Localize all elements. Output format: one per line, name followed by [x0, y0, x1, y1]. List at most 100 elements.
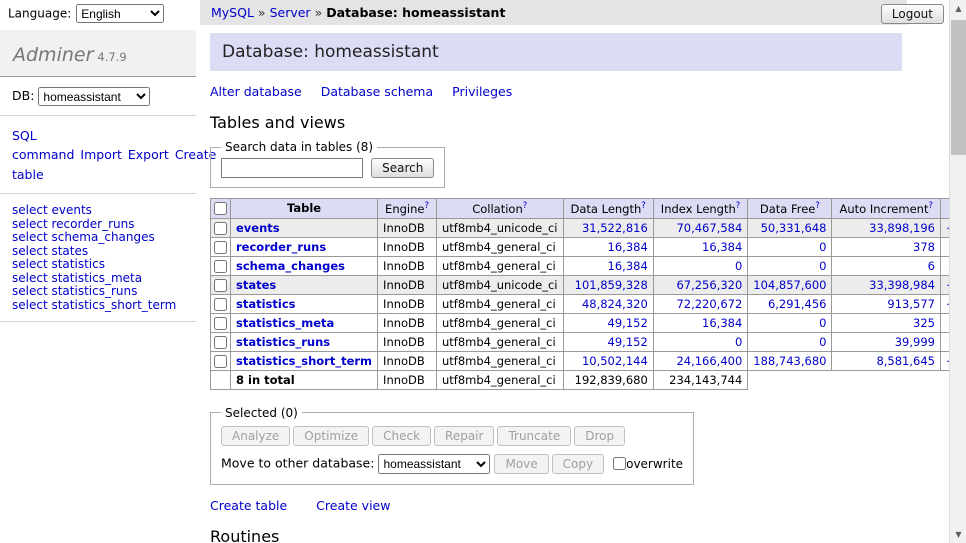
- data-length-cell: 16,384: [563, 237, 653, 256]
- optimize-button[interactable]: Optimize: [293, 426, 369, 446]
- db-select[interactable]: homeassistant: [38, 87, 150, 106]
- table-name-cell: states: [231, 275, 378, 294]
- row-checkbox-events[interactable]: [214, 222, 227, 235]
- overwrite-checkbox[interactable]: [613, 457, 626, 470]
- table-name-cell: events: [231, 218, 378, 237]
- row-checkbox-statistics-meta[interactable]: [214, 317, 227, 330]
- sidebar-table-link-select-recorder-runs[interactable]: select recorder_runs: [12, 218, 184, 232]
- table-row-events: eventsInnoDButf8mb4_unicode_ci31,522,816…: [211, 218, 950, 237]
- table-name-cell: statistics_runs: [231, 332, 378, 351]
- sidebar-link-export[interactable]: Export: [128, 147, 169, 162]
- totals-label: 8 in total: [231, 370, 378, 389]
- sidebar-table-link-select-statistics-runs[interactable]: select statistics_runs: [12, 285, 184, 299]
- data-free-cell: 0: [748, 313, 832, 332]
- table-link-statistics-short-term[interactable]: statistics_short_term: [236, 354, 372, 368]
- engine-cell: InnoDB: [378, 275, 437, 294]
- row-checkbox-states[interactable]: [214, 279, 227, 292]
- db-link-alter-database[interactable]: Alter database: [210, 84, 302, 99]
- logout-button[interactable]: Logout: [881, 4, 944, 24]
- vertical-scrollbar[interactable]: ▲ ▼: [949, 0, 966, 543]
- table-link-schema-changes[interactable]: schema_changes: [236, 259, 345, 273]
- doc-help-icon[interactable]: ?: [523, 201, 528, 211]
- app-name: Adminer: [13, 44, 93, 66]
- scrollbar-thumb[interactable]: [951, 20, 966, 155]
- engine-cell: InnoDB: [378, 332, 437, 351]
- row-checkbox-recorder-runs[interactable]: [214, 241, 227, 254]
- search-input[interactable]: [221, 158, 363, 178]
- sidebar-table-link-select-statistics-meta[interactable]: select statistics_meta: [12, 272, 184, 286]
- move-row: Move to other database:homeassistantMove…: [221, 454, 683, 474]
- totals-row: 8 in total InnoDB utf8mb4_general_ci 192…: [211, 370, 950, 389]
- doc-help-icon[interactable]: ?: [736, 201, 741, 211]
- col-header-engine: Engine?: [378, 199, 437, 219]
- table-link-statistics[interactable]: statistics: [236, 297, 296, 311]
- row-checkbox-statistics[interactable]: [214, 298, 227, 311]
- col-header-index-length: Index Length?: [653, 199, 748, 219]
- table-link-events[interactable]: events: [236, 221, 280, 235]
- collation-cell: utf8mb4_general_ci: [436, 351, 563, 370]
- scroll-down-icon[interactable]: ▼: [950, 526, 966, 543]
- table-row-statistics: statisticsInnoDButf8mb4_general_ci48,824…: [211, 294, 950, 313]
- engine-cell: InnoDB: [378, 256, 437, 275]
- table-link-statistics-runs[interactable]: statistics_runs: [236, 335, 330, 349]
- analyze-button[interactable]: Analyze: [221, 426, 290, 446]
- copy-button[interactable]: Copy: [552, 454, 604, 474]
- move-db-select[interactable]: homeassistant: [378, 454, 490, 474]
- totals-engine: InnoDB: [378, 370, 437, 389]
- doc-help-icon[interactable]: ?: [928, 201, 933, 211]
- doc-help-icon[interactable]: ?: [815, 201, 820, 211]
- select-all-checkbox[interactable]: [214, 202, 227, 215]
- rows-cell: ~ 244: [940, 313, 949, 332]
- data-length-cell: 49,152: [563, 313, 653, 332]
- checkbox-cell: [211, 294, 231, 313]
- table-row-schema-changes: schema_changesInnoDButf8mb4_general_ci16…: [211, 256, 950, 275]
- rows-cell: ~ 299,833: [940, 275, 949, 294]
- doc-help-icon[interactable]: ?: [424, 201, 429, 211]
- drop-button[interactable]: Drop: [574, 426, 625, 446]
- link-create-table[interactable]: Create table: [210, 498, 287, 513]
- row-checkbox-schema-changes[interactable]: [214, 260, 227, 273]
- check-button[interactable]: Check: [372, 426, 431, 446]
- link-create-view[interactable]: Create view: [316, 498, 390, 513]
- table-link-recorder-runs[interactable]: recorder_runs: [236, 240, 326, 254]
- section-tables-and-views: Tables and views: [210, 113, 949, 132]
- sidebar-table-link-select-statistics[interactable]: select statistics: [12, 258, 184, 272]
- sidebar-link-sql-command[interactable]: SQL command: [12, 128, 74, 162]
- repair-button[interactable]: Repair: [434, 426, 494, 446]
- breadcrumb-current: Database: homeassistant: [326, 5, 505, 20]
- search-button[interactable]: Search: [371, 158, 434, 178]
- engine-cell: InnoDB: [378, 351, 437, 370]
- auto-increment-cell: 325: [832, 313, 941, 332]
- tables-overview: TableEngine?Collation?Data Length?Index …: [210, 198, 949, 390]
- table-link-statistics-meta[interactable]: statistics_meta: [236, 316, 334, 330]
- col-header-auto-increment: Auto Increment?: [832, 199, 941, 219]
- index-length-cell: 0: [653, 332, 748, 351]
- sidebar-table-link-select-statistics-short-term[interactable]: select statistics_short_term: [12, 299, 184, 313]
- index-length-cell: 0: [653, 256, 748, 275]
- collation-cell: utf8mb4_general_ci: [436, 332, 563, 351]
- sidebar-table-link-select-events[interactable]: select events: [12, 204, 184, 218]
- sidebar-table-link-select-schema-changes[interactable]: select schema_changes: [12, 231, 184, 245]
- data-length-cell: 31,522,816: [563, 218, 653, 237]
- truncate-button[interactable]: Truncate: [497, 426, 571, 446]
- row-checkbox-statistics-runs[interactable]: [214, 336, 227, 349]
- language-select[interactable]: English: [76, 4, 164, 23]
- scroll-up-icon[interactable]: ▲: [950, 0, 966, 17]
- breadcrumb-link-mysql[interactable]: MySQL: [211, 5, 254, 20]
- sidebar-table-link-select-states[interactable]: select states: [12, 245, 184, 259]
- page-title: Database: homeassistant: [210, 33, 902, 71]
- row-checkbox-statistics-short-term[interactable]: [214, 355, 227, 368]
- doc-help-icon[interactable]: ?: [641, 201, 646, 211]
- breadcrumb-link-server[interactable]: Server: [270, 5, 311, 20]
- table-name-cell: schema_changes: [231, 256, 378, 275]
- data-free-cell: 0: [748, 237, 832, 256]
- db-link-database-schema[interactable]: Database schema: [321, 84, 433, 99]
- db-link-privileges[interactable]: Privileges: [452, 84, 512, 99]
- col-header-data-length: Data Length?: [563, 199, 653, 219]
- sidebar-actions: SQL commandImportExportCreate table: [0, 116, 196, 194]
- table-link-states[interactable]: states: [236, 278, 276, 292]
- move-button[interactable]: Move: [494, 454, 548, 474]
- sidebar-link-import[interactable]: Import: [80, 147, 122, 162]
- auto-increment-cell: 6: [832, 256, 941, 275]
- checkbox-cell: [211, 332, 231, 351]
